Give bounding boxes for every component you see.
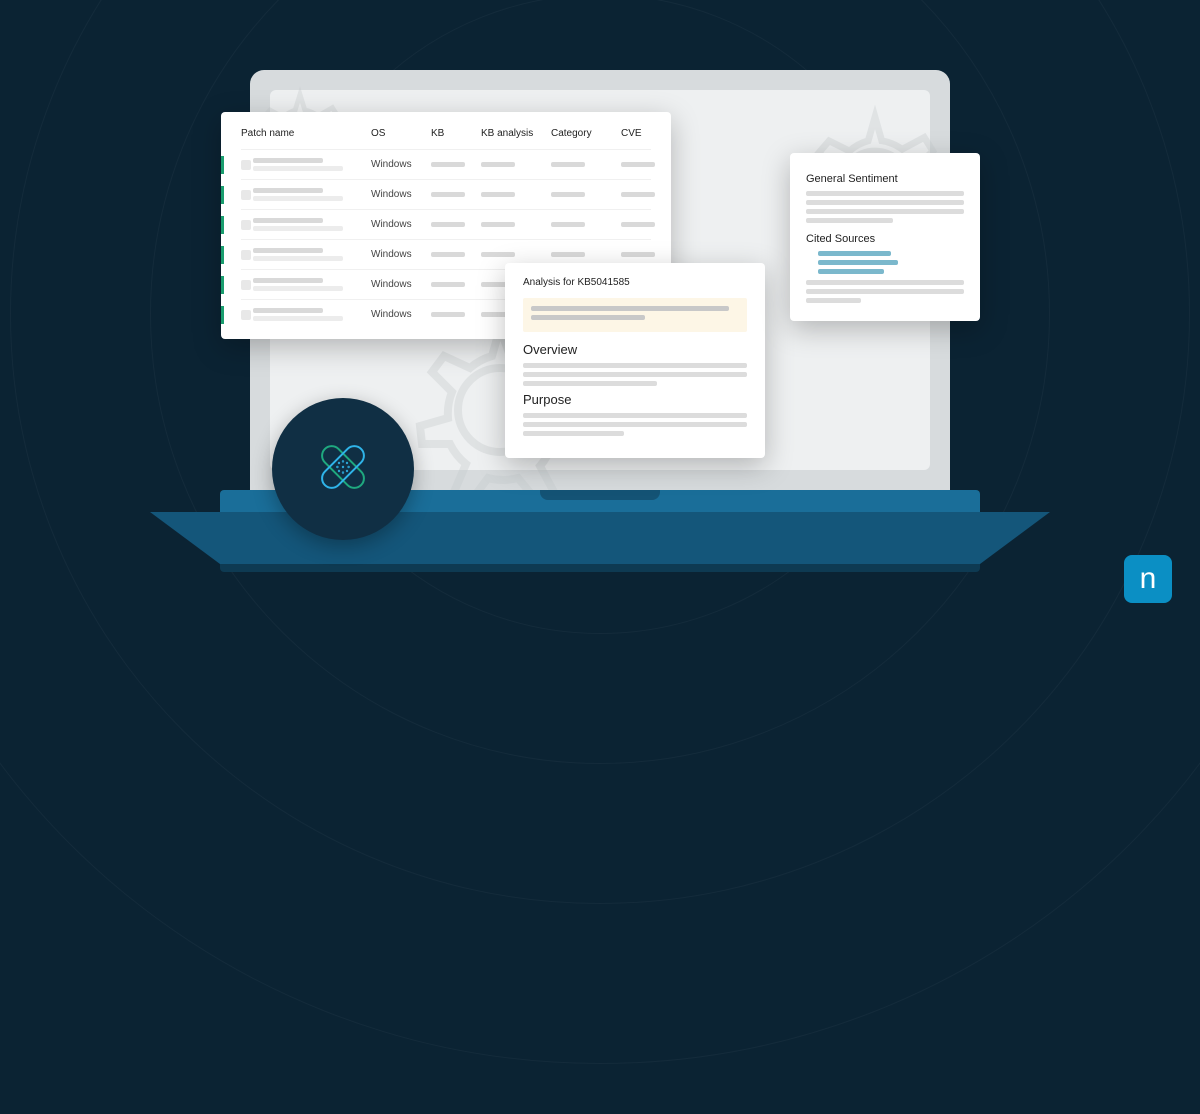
cve-cell-placeholder	[621, 162, 655, 167]
col-os: OS	[371, 128, 431, 139]
os-cell: Windows	[371, 219, 431, 230]
kb-cell-placeholder	[431, 222, 465, 227]
laptop-base	[150, 512, 1050, 564]
os-cell: Windows	[371, 189, 431, 200]
cited-source-links	[806, 251, 964, 274]
cve-cell-placeholder	[621, 222, 655, 227]
col-kb-analysis: KB analysis	[481, 128, 551, 139]
col-cve: CVE	[621, 128, 671, 139]
col-category: Category	[551, 128, 621, 139]
sources-text-placeholder	[806, 280, 964, 303]
col-kb: KB	[431, 128, 481, 139]
kb-cell-placeholder	[431, 192, 465, 197]
kb-cell-placeholder	[431, 162, 465, 167]
brand-logo-letter: n	[1140, 562, 1157, 596]
row-checkbox[interactable]	[241, 310, 251, 320]
os-cell: Windows	[371, 249, 431, 260]
os-cell: Windows	[371, 279, 431, 290]
os-cell: Windows	[371, 309, 431, 320]
overview-heading: Overview	[523, 342, 747, 357]
category-cell-placeholder	[551, 192, 585, 197]
overview-text-placeholder	[523, 363, 747, 386]
patch-name-placeholder	[253, 158, 371, 171]
kb-cell-placeholder	[431, 282, 465, 287]
patch-name-placeholder	[253, 308, 371, 321]
category-cell-placeholder	[551, 252, 585, 257]
cve-cell-placeholder	[621, 192, 655, 197]
kb-cell-placeholder	[431, 312, 465, 317]
kb-analysis-card: Analysis for KB5041585 Overview Purpose	[505, 263, 765, 458]
os-cell: Windows	[371, 159, 431, 170]
patch-name-placeholder	[253, 248, 371, 261]
sources-heading: Cited Sources	[806, 233, 964, 245]
sentiment-card: General Sentiment Cited Sources	[790, 153, 980, 321]
cve-cell-placeholder	[621, 252, 655, 257]
table-row[interactable]: Windows	[241, 149, 651, 179]
row-checkbox[interactable]	[241, 190, 251, 200]
kb-analysis-cell-placeholder	[481, 192, 515, 197]
laptop-base-edge	[220, 564, 980, 572]
purpose-heading: Purpose	[523, 392, 747, 407]
patch-name-placeholder	[253, 188, 371, 201]
kb-analysis-cell-placeholder	[481, 162, 515, 167]
category-cell-placeholder	[551, 162, 585, 167]
col-patch-name: Patch name	[241, 128, 371, 139]
patch-name-placeholder	[253, 218, 371, 231]
purpose-text-placeholder	[523, 413, 747, 436]
row-checkbox[interactable]	[241, 280, 251, 290]
brand-logo: n	[1124, 555, 1172, 603]
analysis-highlight	[523, 298, 747, 332]
patch-name-placeholder	[253, 278, 371, 291]
patch-table-header: Patch name OS KB KB analysis Category CV…	[241, 128, 651, 139]
sentiment-text-placeholder	[806, 191, 964, 223]
analysis-title: Analysis for KB5041585	[523, 277, 747, 288]
kb-analysis-cell-placeholder	[481, 252, 515, 257]
bandage-icon	[303, 427, 383, 512]
table-row[interactable]: Windows	[241, 179, 651, 209]
kb-analysis-cell-placeholder	[481, 222, 515, 227]
row-checkbox[interactable]	[241, 220, 251, 230]
patch-badge	[272, 398, 414, 540]
category-cell-placeholder	[551, 222, 585, 227]
row-checkbox[interactable]	[241, 250, 251, 260]
row-checkbox[interactable]	[241, 160, 251, 170]
sentiment-heading: General Sentiment	[806, 173, 964, 185]
kb-cell-placeholder	[431, 252, 465, 257]
table-row[interactable]: Windows	[241, 209, 651, 239]
